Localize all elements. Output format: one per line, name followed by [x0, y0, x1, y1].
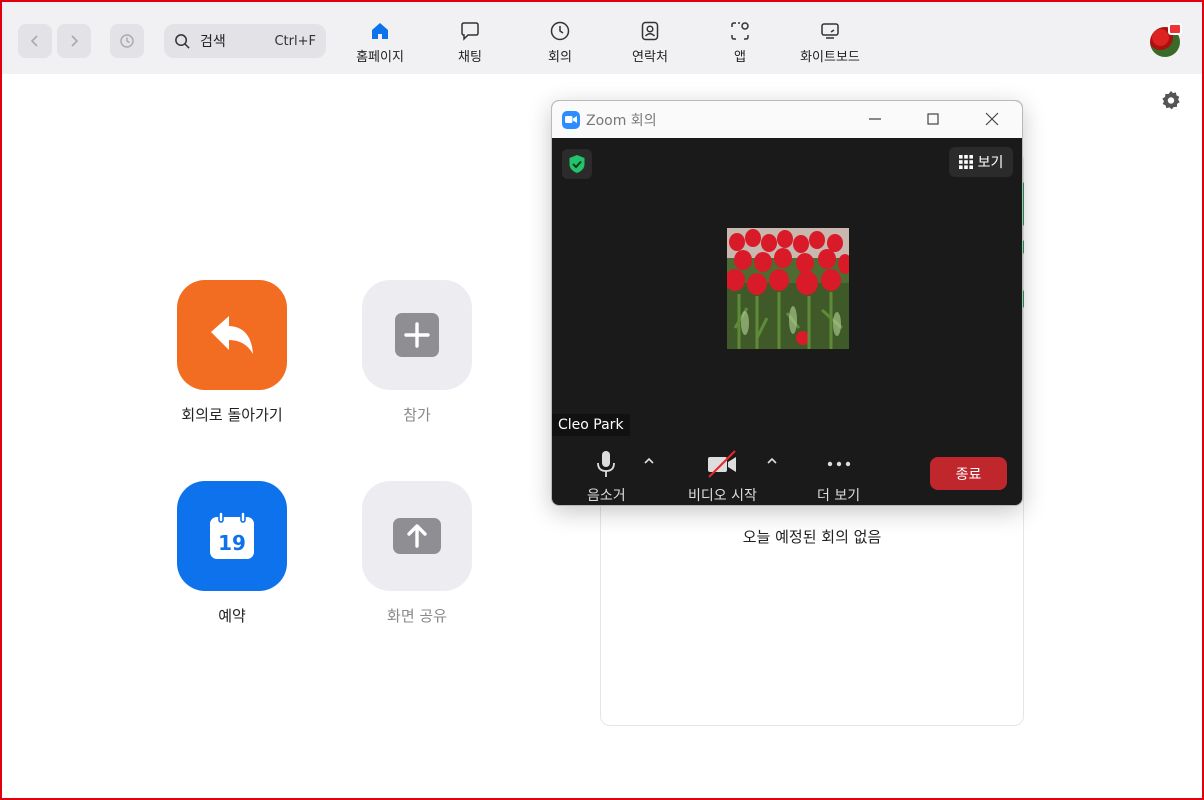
minimize-icon[interactable]: [865, 109, 885, 129]
search-icon: [175, 33, 190, 49]
meeting-titlebar[interactable]: Zoom 회의: [552, 101, 1022, 138]
tab-apps[interactable]: 앱: [695, 20, 785, 68]
participant-name-tag: Cleo Park: [552, 414, 630, 436]
return-arrow-icon: [211, 316, 253, 354]
tab-meetings[interactable]: 회의: [515, 20, 605, 68]
more-dots-icon: [827, 461, 850, 467]
chevron-right-icon: [71, 35, 79, 47]
tab-home[interactable]: 홈페이지: [335, 20, 425, 68]
share-screen-label: 화면 공유: [387, 607, 447, 625]
mute-button[interactable]: 음소거: [587, 449, 626, 505]
grid-icon: [958, 155, 973, 169]
chevron-up-icon[interactable]: [642, 454, 656, 468]
video-off-icon: [708, 450, 737, 478]
chevron-up-icon[interactable]: [765, 454, 779, 468]
return-to-meeting-button[interactable]: [177, 280, 287, 390]
join-label: 참가: [403, 406, 431, 424]
plus-icon: [395, 313, 439, 357]
home-icon: [372, 23, 388, 39]
tab-contacts[interactable]: 연락처: [605, 20, 695, 68]
whiteboard-icon: [821, 23, 839, 39]
meeting-window[interactable]: Zoom 회의 보기 Cleo Park 음소거 비디오 시작 더 보기 종료: [551, 100, 1023, 506]
tab-home-label: 홈페이지: [356, 50, 404, 65]
tab-chat[interactable]: 채팅: [425, 20, 515, 68]
contacts-icon: [641, 21, 659, 41]
search-label: 검색: [200, 34, 226, 50]
calendar-icon: 19: [210, 511, 254, 559]
apps-icon: [731, 22, 749, 40]
clock-icon: [550, 21, 570, 41]
encryption-shield-button[interactable]: [562, 149, 592, 179]
zoom-logo-icon: [562, 110, 580, 129]
no-meetings-message: 오늘 예정된 회의 없음: [742, 528, 882, 546]
gear-icon[interactable]: [1160, 89, 1182, 111]
back-button[interactable]: [18, 24, 52, 58]
start-video-button[interactable]: 비디오 시작: [688, 449, 757, 505]
more-button[interactable]: 더 보기: [817, 449, 860, 505]
tab-meetings-label: 회의: [548, 50, 572, 65]
meeting-title: Zoom 회의: [586, 112, 657, 129]
tab-contacts-label: 연락처: [632, 50, 668, 65]
more-label: 더 보기: [817, 488, 861, 504]
status-badge: [1168, 23, 1182, 35]
participant-avatar-image: [727, 228, 849, 349]
schedule-button[interactable]: 19: [177, 481, 287, 591]
search-box[interactable]: 검색 Ctrl+F: [164, 24, 326, 58]
mute-label: 음소거: [587, 488, 626, 504]
history-button[interactable]: [110, 24, 144, 58]
tab-apps-label: 앱: [734, 50, 746, 65]
return-to-meeting-label: 회의로 돌아가기: [181, 406, 283, 424]
close-icon[interactable]: [982, 109, 1002, 129]
view-button[interactable]: 보기: [949, 147, 1013, 177]
chevron-left-icon: [30, 35, 38, 47]
top-nav-bar: 검색 Ctrl+F 홈페이지 채팅 회의 연락처 앱 화이트보드: [0, 0, 1204, 74]
chat-icon: [461, 22, 479, 41]
tab-whiteboard[interactable]: 화이트보드: [785, 20, 875, 68]
tab-chat-label: 채팅: [458, 50, 482, 65]
view-label: 보기: [977, 155, 1004, 171]
search-shortcut: Ctrl+F: [274, 33, 316, 49]
end-meeting-button[interactable]: 종료: [930, 457, 1007, 490]
forward-button[interactable]: [57, 24, 91, 58]
maximize-icon[interactable]: [923, 109, 943, 129]
share-screen-button[interactable]: [362, 481, 472, 591]
schedule-label: 예약: [218, 607, 246, 625]
start-video-label: 비디오 시작: [688, 488, 757, 504]
join-button[interactable]: [362, 280, 472, 390]
share-up-arrow-icon: [393, 518, 441, 554]
calendar-day: 19: [218, 531, 246, 555]
history-icon: [120, 34, 134, 48]
microphone-icon: [597, 451, 616, 477]
shield-icon: [569, 155, 585, 173]
tab-whiteboard-label: 화이트보드: [800, 50, 860, 65]
